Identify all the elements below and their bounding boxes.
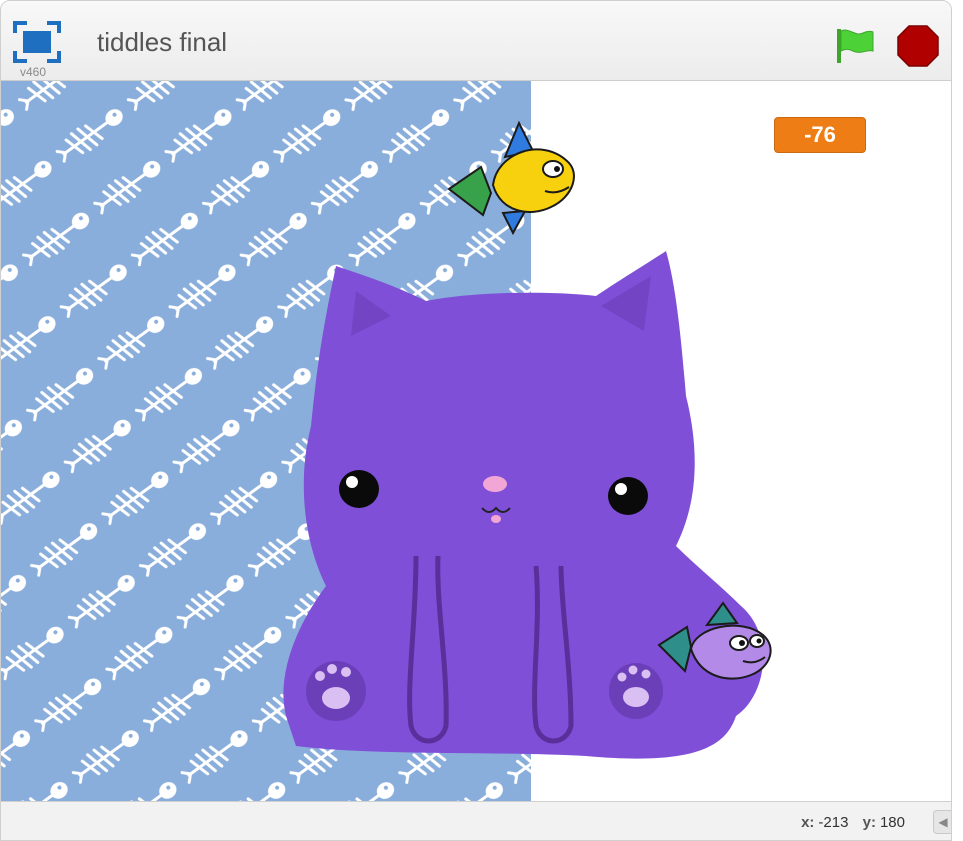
x-value: -213 <box>818 814 849 831</box>
green-flag-icon <box>837 29 874 63</box>
status-bar: x: -213 y: 180 ◀ <box>1 801 951 840</box>
chevron-left-icon: ◀ <box>938 815 948 829</box>
fullscreen-button[interactable] <box>13 21 61 63</box>
collapse-stage-button[interactable]: ◀ <box>933 810 951 834</box>
title-bar: v460 tiddles final <box>1 1 951 81</box>
purple-fish-sprite[interactable] <box>651 599 777 691</box>
stop-icon <box>897 25 939 67</box>
stage[interactable]: -76 <box>1 81 951 801</box>
project-title: tiddles final <box>97 27 228 57</box>
green-flag-button[interactable] <box>831 25 877 65</box>
player-frame: v460 tiddles final -76 x: -213 y: 180 ◀ <box>0 0 952 841</box>
x-label: x: <box>801 814 815 831</box>
page-edge <box>952 0 963 841</box>
purple-cat-sprite[interactable] <box>256 246 776 801</box>
version-label: v460 <box>20 65 47 79</box>
yellow-fish-sprite[interactable] <box>441 117 581 237</box>
y-value: 180 <box>879 814 905 831</box>
y-label: y: <box>862 814 876 831</box>
mouse-coordinates: x: -213 y: 180 <box>801 814 915 831</box>
variable-monitor[interactable]: -76 <box>774 117 866 153</box>
fullscreen-icon <box>13 21 61 63</box>
stop-button[interactable] <box>896 24 940 68</box>
